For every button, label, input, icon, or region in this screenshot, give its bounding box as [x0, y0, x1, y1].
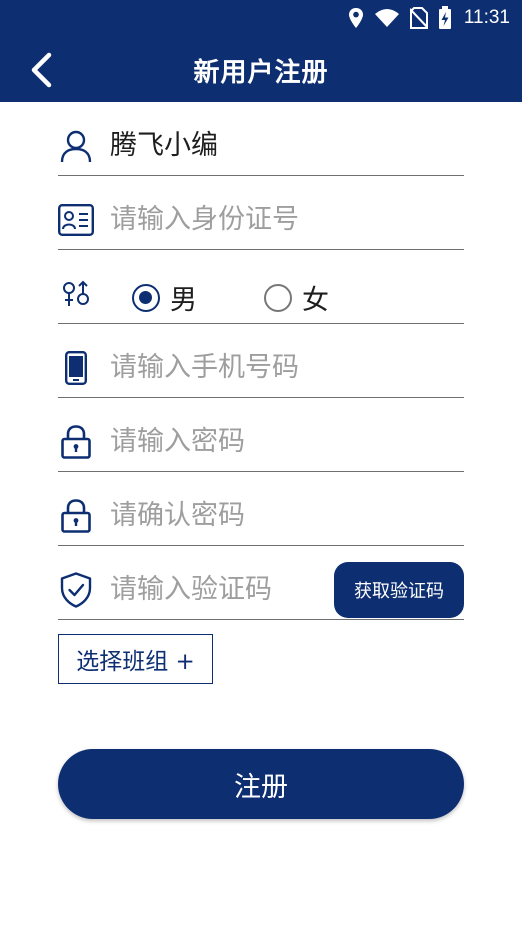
id-number-field[interactable]: 请输入身份证号 [58, 176, 464, 250]
phone-placeholder: 请输入手机号码 [110, 352, 299, 383]
gender-field: 男 女 [58, 250, 464, 324]
user-icon [58, 128, 94, 164]
no-sim-icon [409, 7, 428, 29]
battery-charging-icon [438, 6, 451, 29]
password-field[interactable]: 请输入密码 [58, 398, 464, 472]
gender-male-label: 男 [170, 285, 197, 316]
radio-unselected-indicator [264, 283, 292, 312]
username-field[interactable]: 腾飞小编 [58, 102, 464, 176]
verification-code-placeholder: 请输入验证码 [110, 574, 272, 605]
verification-code-field[interactable]: 请输入验证码 获取验证码 [58, 546, 464, 620]
gender-male-radio[interactable]: 男 [132, 278, 197, 317]
lock-icon [58, 424, 94, 460]
wifi-icon [374, 9, 399, 27]
shield-check-icon [58, 572, 94, 608]
confirm-password-field[interactable]: 请确认密码 [58, 472, 464, 546]
gender-female-radio[interactable]: 女 [264, 278, 329, 317]
password-placeholder: 请输入密码 [110, 426, 245, 457]
id-number-placeholder: 请输入身份证号 [110, 204, 299, 235]
get-code-button[interactable]: 获取验证码 [334, 562, 464, 618]
confirm-password-placeholder: 请确认密码 [110, 500, 245, 531]
id-card-icon [58, 202, 94, 238]
app-header: 11:31 新用户注册 [0, 0, 522, 102]
phone-icon [58, 350, 94, 386]
lock-icon [58, 498, 94, 534]
status-bar: 11:31 [348, 6, 510, 30]
phone-field[interactable]: 请输入手机号码 [58, 324, 464, 398]
page-title: 新用户注册 [193, 58, 329, 88]
gender-female-label: 女 [302, 285, 329, 316]
radio-selected-indicator [132, 283, 160, 312]
username-value: 腾飞小编 [110, 130, 218, 161]
register-button[interactable]: 注册 [58, 749, 464, 819]
gender-icon [58, 276, 94, 312]
status-time: 11:31 [463, 7, 510, 28]
select-team-button[interactable]: 选择班组 + [58, 634, 213, 684]
location-icon [348, 8, 363, 28]
